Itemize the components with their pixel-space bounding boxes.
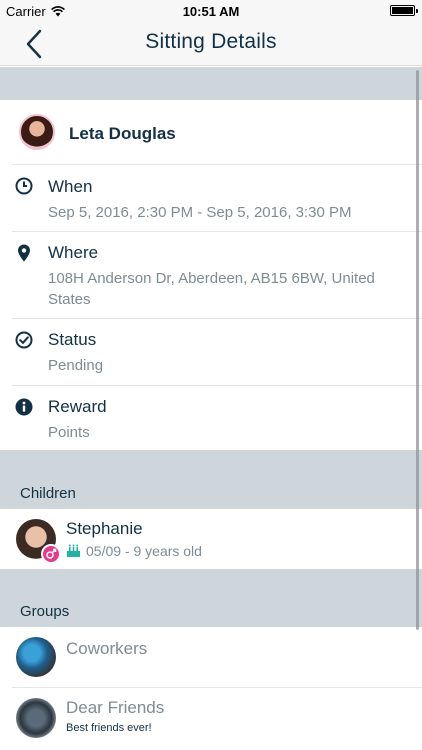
sitter-profile-row[interactable]: Leta Douglas bbox=[0, 100, 422, 164]
check-circle-icon bbox=[15, 331, 33, 349]
group-row-dear-friends[interactable]: Dear Friends Best friends ever! bbox=[0, 688, 422, 750]
info-circle-icon bbox=[15, 398, 33, 416]
clock-time: 10:51 AM bbox=[182, 4, 240, 19]
group-avatar bbox=[16, 637, 56, 677]
child-name: Stephanie bbox=[66, 519, 143, 538]
where-label: Where bbox=[48, 243, 99, 262]
status-label: Status bbox=[48, 330, 97, 349]
status-row: Status Pending bbox=[0, 319, 422, 385]
reward-value: Points bbox=[48, 424, 90, 441]
groups-section-header: Groups bbox=[0, 569, 422, 627]
group-description: Best friends ever! bbox=[66, 722, 152, 734]
child-birthday: 05/09 - 9 years old bbox=[66, 543, 202, 559]
reward-label: Reward bbox=[48, 397, 107, 416]
reward-row: Reward Points bbox=[0, 386, 422, 450]
header-spacer bbox=[0, 67, 422, 100]
female-icon bbox=[41, 544, 61, 564]
sitter-avatar bbox=[19, 114, 55, 150]
group-row-coworkers[interactable]: Coworkers bbox=[0, 627, 422, 687]
child-row-stephanie[interactable]: Stephanie 05/09 - 9 years old bbox=[0, 509, 422, 569]
clock-icon bbox=[15, 177, 33, 195]
when-value: Sep 5, 2016, 2:30 PM - Sep 5, 2016, 3:30… bbox=[48, 204, 352, 221]
scrollbar[interactable] bbox=[416, 70, 419, 630]
battery-icon bbox=[390, 5, 418, 16]
status-bar: Carrier 10:51 AM bbox=[0, 0, 422, 22]
children-section-title: Children bbox=[20, 485, 76, 502]
where-row: Where 108H Anderson Dr, Aberdeen, AB15 6… bbox=[0, 232, 422, 318]
status-value: Pending bbox=[48, 357, 104, 374]
group-name: Coworkers bbox=[66, 639, 148, 658]
when-label: When bbox=[48, 177, 93, 196]
where-value: 108H Anderson Dr, Aberdeen, AB15 6BW, Un… bbox=[48, 270, 375, 308]
children-section-header: Children bbox=[0, 450, 422, 509]
map-pin-icon bbox=[15, 244, 33, 262]
child-birthday-text: 05/09 - 9 years old bbox=[86, 543, 202, 559]
navigation-bar: Sitting Details bbox=[0, 22, 422, 66]
sitter-name: Leta Douglas bbox=[69, 124, 176, 143]
group-name: Dear Friends bbox=[66, 698, 165, 717]
group-avatar bbox=[16, 698, 56, 738]
when-row: When Sep 5, 2016, 2:30 PM - Sep 5, 2016,… bbox=[0, 165, 422, 231]
page-title: Sitting Details bbox=[145, 30, 277, 53]
birthday-cake-icon bbox=[67, 544, 80, 557]
groups-section-title: Groups bbox=[20, 603, 70, 620]
